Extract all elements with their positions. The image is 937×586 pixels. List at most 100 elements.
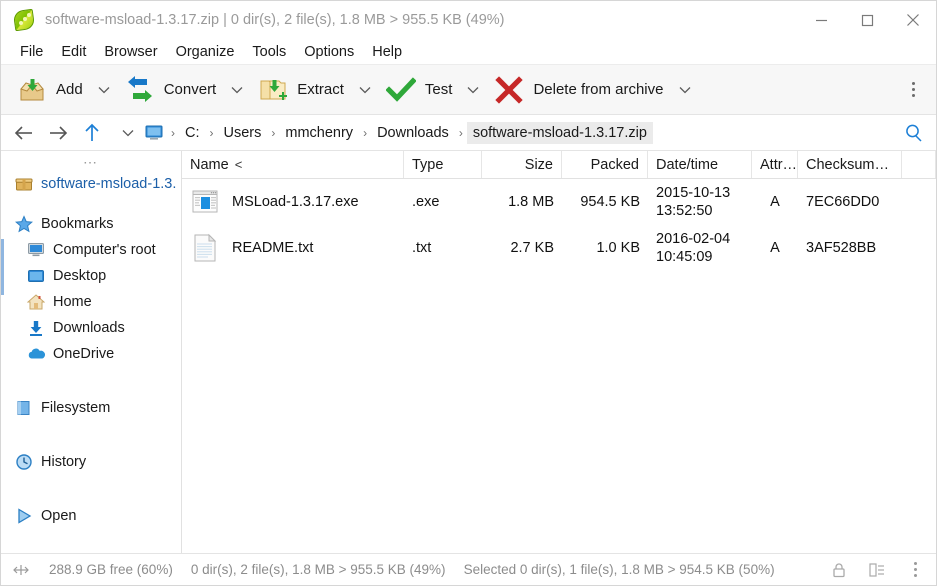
sidebar-section-bookmarks[interactable]: Bookmarks <box>1 211 181 237</box>
history-dropdown-caret[interactable] <box>115 117 141 149</box>
extract-dropdown-caret[interactable] <box>352 69 378 111</box>
archive-box-icon <box>15 175 33 193</box>
menu-browser[interactable]: Browser <box>95 42 166 62</box>
cell-packed: 1.0 KB <box>596 240 640 256</box>
sidebar-overflow-dots[interactable]: ⋯ <box>1 153 181 171</box>
up-button[interactable] <box>75 117 109 149</box>
menu-organize[interactable]: Organize <box>167 42 244 62</box>
toolbar-group-extract: Extract <box>250 69 378 111</box>
computer-monitor-icon[interactable] <box>144 125 164 141</box>
test-button[interactable]: Test <box>378 69 461 111</box>
close-button[interactable] <box>890 1 936 39</box>
status-free-space: 288.9 GB free (60%) <box>49 562 173 577</box>
breadcrumb-item-mmchenry[interactable]: mmchenry <box>279 122 359 144</box>
cell-datetime: 2015-10-13 13:52:50 <box>648 179 752 225</box>
breadcrumb-item-users[interactable]: Users <box>218 122 268 144</box>
minimize-button[interactable] <box>798 1 844 39</box>
extract-button-label: Extract <box>297 81 344 98</box>
cell-checksum: 3AF528BB <box>806 240 877 256</box>
extract-button[interactable]: Extract <box>250 69 352 111</box>
add-button[interactable]: Add <box>9 69 91 111</box>
column-header-checksum[interactable]: Checksum… <box>798 151 902 178</box>
sidebar-item-archive[interactable]: software-msload-1.3. <box>1 171 181 197</box>
menu-file[interactable]: File <box>11 42 52 62</box>
sidebar-scrollbar[interactable] <box>1 239 4 295</box>
status-selection-summary: Selected 0 dir(s), 1 file(s), 1.8 MB > 9… <box>463 562 775 577</box>
clock-icon <box>15 453 33 471</box>
sidebar-item-computers-root[interactable]: Computer's root <box>1 237 181 263</box>
sidebar-item-onedrive[interactable]: OneDrive <box>1 341 181 367</box>
cell-name[interactable]: README.txt <box>182 225 404 271</box>
toolbar-overflow-button[interactable] <box>896 69 930 111</box>
table-row[interactable]: README.txt .txt 2.7 KB 1.0 KB 2016-02-04… <box>182 225 936 271</box>
title-bar: software-msload-1.3.17.zip | 0 dir(s), 2… <box>1 1 936 39</box>
convert-dropdown-caret[interactable] <box>224 69 250 111</box>
padlock-icon[interactable] <box>828 559 850 581</box>
test-dropdown-caret[interactable] <box>460 69 486 111</box>
cell-name[interactable]: MSLoad-1.3.17.exe <box>182 179 404 225</box>
delete-dropdown-caret[interactable] <box>672 69 698 111</box>
test-button-label: Test <box>424 81 453 98</box>
sidebar-item-open[interactable]: Open <box>1 503 181 529</box>
add-dropdown-caret[interactable] <box>91 69 117 111</box>
breadcrumb-separator: › <box>171 125 175 140</box>
breadcrumb-item-downloads[interactable]: Downloads <box>371 122 455 144</box>
main-toolbar: Add Convert Extract Test Delete from arc… <box>1 65 936 115</box>
file-name-label: README.txt <box>232 240 314 256</box>
peazip-pod-icon <box>12 8 36 32</box>
breadcrumb-separator: › <box>209 125 214 140</box>
delete-from-archive-label: Delete from archive <box>533 81 664 98</box>
table-row[interactable]: MSLoad-1.3.17.exe .exe 1.8 MB 954.5 KB 2… <box>182 179 936 225</box>
menu-help[interactable]: Help <box>363 42 411 62</box>
convert-button[interactable]: Convert <box>117 69 225 111</box>
sidebar-bookmarks-label: Bookmarks <box>41 216 114 232</box>
breadcrumb: › C: › Users › mmchenry › Downloads › so… <box>141 117 653 149</box>
status-bar: 288.9 GB free (60%) 0 dir(s), 2 file(s),… <box>1 553 936 585</box>
maximize-button[interactable] <box>844 1 890 39</box>
cloud-icon <box>27 345 46 363</box>
vertical-dots-icon[interactable] <box>904 559 926 581</box>
download-arrow-icon <box>27 319 45 337</box>
column-header-size[interactable]: Size <box>482 151 562 178</box>
window-title: software-msload-1.3.17.zip | 0 dir(s), 2… <box>45 12 505 28</box>
toolbar-group-test: Test <box>378 69 487 111</box>
peazip-main-window: software-msload-1.3.17.zip | 0 dir(s), 2… <box>0 0 937 586</box>
cell-attr: A <box>770 194 780 210</box>
menu-options[interactable]: Options <box>295 42 363 62</box>
check-mark-icon <box>385 75 417 105</box>
column-header-datetime[interactable]: Date/time <box>648 151 752 178</box>
delete-from-archive-button[interactable]: Delete from archive <box>486 69 671 111</box>
sidebar-item-home[interactable]: Home <box>1 289 181 315</box>
sidebar-item-filesystem[interactable]: Filesystem <box>1 395 181 421</box>
sidebar-open-label: Open <box>41 508 77 524</box>
add-box-icon <box>17 75 47 105</box>
sidebar-item-downloads[interactable]: Downloads <box>1 315 181 341</box>
back-button[interactable] <box>7 117 41 149</box>
sidebar-item-history[interactable]: History <box>1 449 181 475</box>
search-icon[interactable] <box>892 117 936 149</box>
sidebar-computers-root-label: Computer's root <box>53 242 156 258</box>
sidebar-desktop-label: Desktop <box>53 268 107 284</box>
column-header-name[interactable]: Name < <box>182 151 404 178</box>
breadcrumb-item-archive[interactable]: software-msload-1.3.17.zip <box>466 121 653 144</box>
filesystem-folder-icon <box>15 399 33 417</box>
cell-checksum: 7EC66DD0 <box>806 194 880 210</box>
cell-date: 2015-10-13 <box>656 184 731 201</box>
menu-bar: File Edit Browser Organize Tools Options… <box>1 39 936 65</box>
column-header-packed[interactable]: Packed <box>562 151 648 178</box>
menu-tools[interactable]: Tools <box>243 42 295 62</box>
list-view-icon[interactable] <box>866 559 888 581</box>
resize-handle-icon[interactable] <box>11 564 31 576</box>
column-header-type[interactable]: Type <box>404 151 482 178</box>
breadcrumb-item-c[interactable]: C: <box>179 122 206 144</box>
menu-edit[interactable]: Edit <box>52 42 95 62</box>
sidebar-item-desktop[interactable]: Desktop <box>1 263 181 289</box>
file-list: Name < Type Size Packed Date/time Attr… … <box>182 151 936 553</box>
desktop-screen-icon <box>27 267 45 285</box>
forward-button[interactable] <box>41 117 75 149</box>
column-header-attr[interactable]: Attr… <box>752 151 798 178</box>
